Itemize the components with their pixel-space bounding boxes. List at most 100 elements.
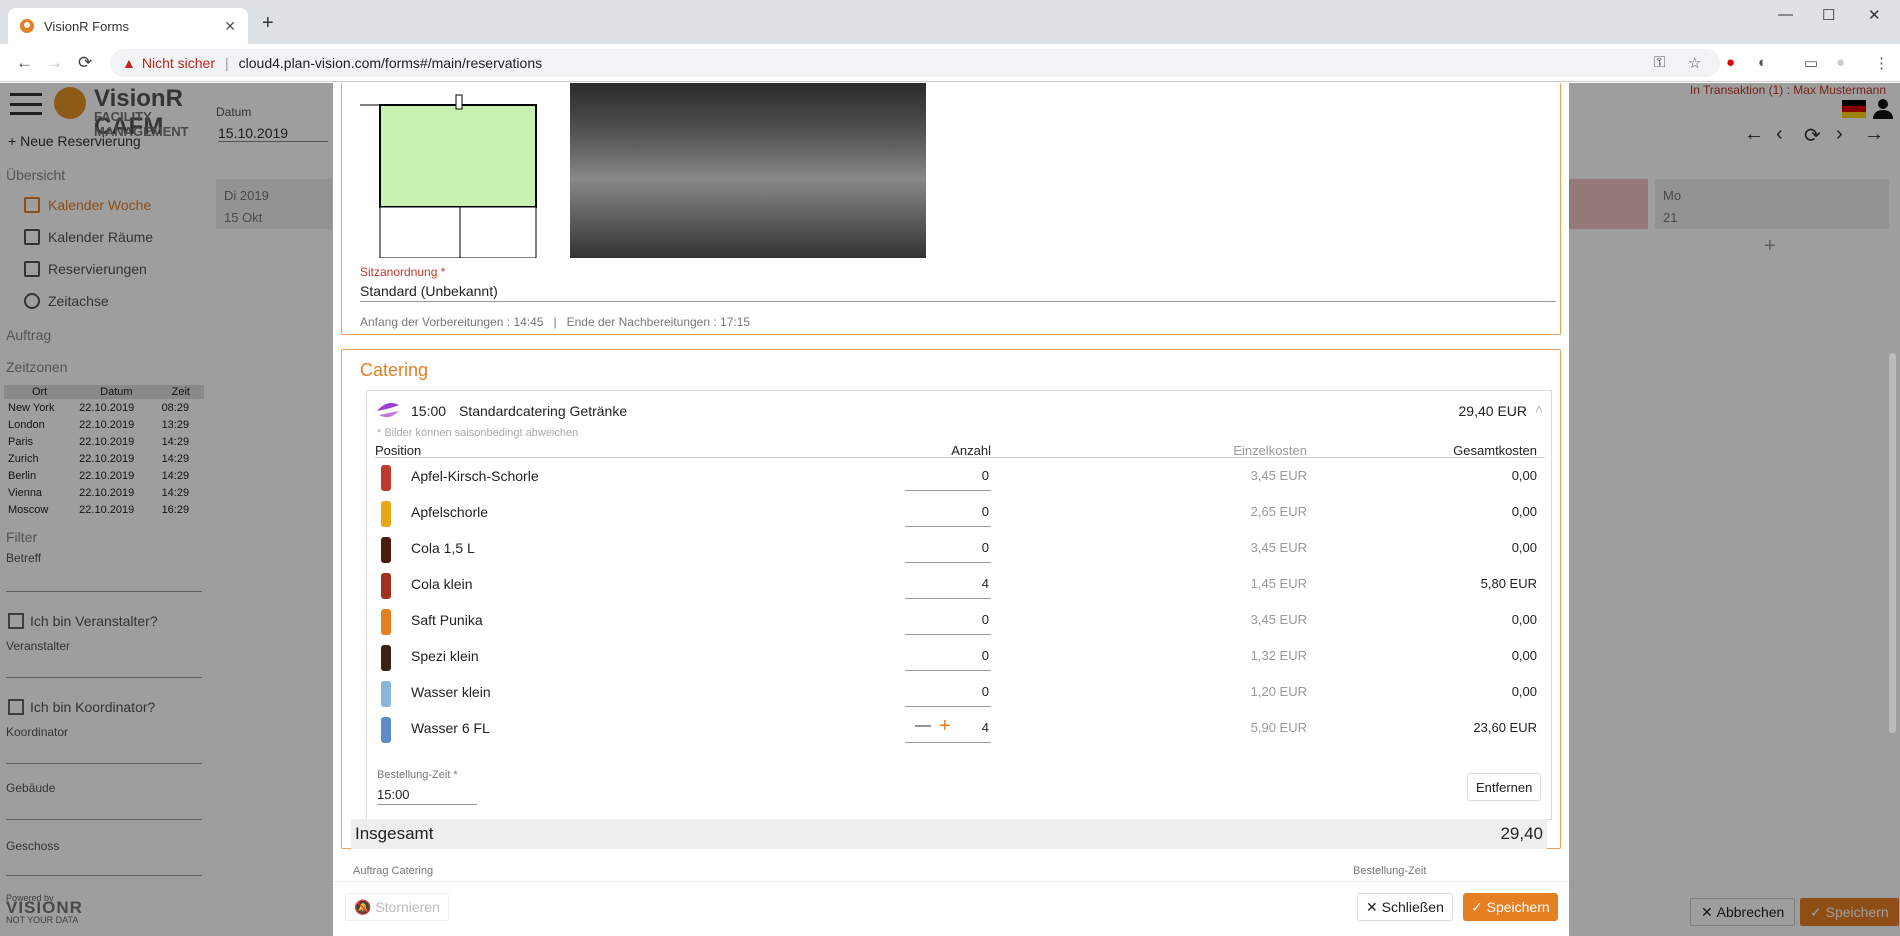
drink-icon	[381, 537, 391, 563]
footer-divider	[333, 881, 1569, 882]
catering-name: Standardcatering Getränke	[459, 403, 628, 419]
room-photo-image[interactable]	[570, 83, 926, 258]
security-label: Nicht sicher	[141, 55, 215, 71]
catering-item-row: Cola 1,5 L 0 3,45 EUR 0,00	[367, 531, 1553, 567]
total-price: 23,60 EUR	[1473, 720, 1537, 735]
catering-item-row: Wasser 6 FL 4 5,90 EUR 23,60 EUR — +	[367, 711, 1553, 747]
profile-icon[interactable]: ●	[1836, 54, 1845, 71]
catering-logo-icon	[377, 403, 399, 418]
reload-icon[interactable]: ⟳	[78, 53, 92, 73]
order-time-label: Bestellung-Zeit *	[377, 769, 458, 781]
col-position: Position	[375, 443, 422, 458]
total-price: 0,00	[1511, 540, 1537, 555]
menu-dots-icon[interactable]: ⋮	[1874, 54, 1889, 72]
opera-icon[interactable]: ●	[1726, 54, 1735, 71]
key-icon[interactable]: ⚿	[1654, 54, 1665, 71]
hint-text: * Bilder können saisonbedingt abweichen	[377, 427, 579, 439]
close-label: Schließen	[1381, 899, 1444, 915]
total-price: 0,00	[1511, 648, 1537, 663]
catering-item-row: Spezi klein 0 1,32 EUR 0,00	[367, 639, 1553, 675]
modal-save-button[interactable]: ✓ Speichern	[1463, 893, 1558, 921]
unit-price: 3,45 EUR	[1250, 540, 1307, 555]
item-name: Apfelschorle	[411, 504, 489, 520]
total-price: 0,00	[1511, 612, 1537, 627]
bestell-zeit-label: Bestellung-Zeit	[1353, 865, 1427, 877]
unit-price: 5,90 EUR	[1250, 720, 1307, 735]
auftrag-catering-label: Auftrag Catering	[353, 865, 434, 877]
drink-icon	[381, 609, 391, 635]
drink-icon	[381, 573, 391, 599]
remove-button[interactable]: Entfernen	[1467, 773, 1542, 801]
scrollbar[interactable]	[1889, 353, 1896, 733]
item-name: Cola 1,5 L	[411, 540, 475, 556]
forward-icon[interactable]: →	[46, 53, 63, 73]
order-time-input[interactable]: 15:00	[377, 787, 477, 805]
quantity-input[interactable]: 4	[905, 571, 991, 599]
seating-label: Sitzanordnung *	[360, 265, 446, 279]
item-name: Apfel-Kirsch-Schorle	[411, 468, 539, 484]
catering-section: Catering 15:00 Standardcatering Getränke…	[341, 349, 1561, 849]
quantity-input[interactable]: 0	[905, 463, 991, 491]
browser-tab[interactable]: VisionR Forms ✕	[8, 8, 248, 44]
browser-toolbar: ← → ⟳ ▲ Nicht sicher | cloud4.plan-visio…	[0, 44, 1900, 82]
item-name: Wasser 6 FL	[411, 720, 490, 736]
address-bar[interactable]: ▲ Nicht sicher | cloud4.plan-vision.com/…	[110, 49, 1720, 77]
total-price: 0,00	[1511, 684, 1537, 699]
catering-item-row: Apfel-Kirsch-Schorle 0 3,45 EUR 0,00	[367, 459, 1553, 495]
unit-price: 2,65 EUR	[1250, 504, 1307, 519]
unit-price: 1,32 EUR	[1250, 648, 1307, 663]
warning-icon: ▲	[122, 55, 136, 71]
url-text: cloud4.plan-vision.com/forms#/main/reser…	[238, 55, 543, 71]
item-name: Spezi klein	[411, 648, 479, 664]
seating-select[interactable]: Standard (Unbekannt)	[360, 283, 1556, 302]
catering-item-row: Wasser klein 0 1,20 EUR 0,00	[367, 675, 1553, 711]
drink-icon	[381, 681, 391, 707]
total-bar: Insgesamt 29,40	[351, 819, 1547, 849]
chevron-up-icon[interactable]: ˄	[1535, 401, 1543, 417]
close-tab-icon[interactable]: ✕	[224, 18, 236, 35]
total-value: 29,40	[1500, 824, 1543, 843]
col-einzelkosten: Einzelkosten	[1233, 443, 1307, 458]
quantity-input[interactable]: 0	[905, 643, 991, 671]
separator: |	[225, 55, 229, 71]
catering-price: 29,40 EUR	[1458, 403, 1527, 419]
col-gesamtkosten: Gesamtkosten	[1453, 443, 1537, 458]
cast-icon[interactable]: ▭	[1804, 54, 1818, 72]
quantity-input[interactable]: 0	[905, 535, 991, 563]
close-button[interactable]: ✕ Schließen	[1357, 893, 1453, 921]
catering-item-row: Apfelschorle 0 2,65 EUR 0,00	[367, 495, 1553, 531]
increment-icon[interactable]: +	[939, 715, 951, 738]
stornieren-label: Stornieren	[375, 899, 440, 915]
new-tab-icon[interactable]: +	[262, 12, 274, 35]
window-close-icon[interactable]: ✕	[1868, 6, 1881, 24]
decrement-icon[interactable]: —	[915, 717, 931, 735]
catering-title: Catering	[360, 360, 429, 380]
back-icon[interactable]: ←	[16, 53, 33, 73]
quantity-input[interactable]: 0	[905, 607, 991, 635]
visionr-favicon-icon	[20, 19, 34, 33]
unit-price: 3,45 EUR	[1250, 612, 1307, 627]
catering-item-row: Saft Punika 0 3,45 EUR 0,00	[367, 603, 1553, 639]
cancel-reservation-button[interactable]: 🔕 Stornieren	[345, 893, 449, 921]
unit-price: 3,45 EUR	[1250, 468, 1307, 483]
total-price: 5,80 EUR	[1480, 576, 1537, 591]
quantity-input[interactable]: 0	[905, 499, 991, 527]
star-icon[interactable]: ☆	[1688, 54, 1701, 72]
catering-card: 15:00 Standardcatering Getränke 29,40 EU…	[366, 390, 1552, 820]
total-price: 0,00	[1511, 468, 1537, 483]
drink-icon	[381, 717, 391, 743]
floorplan-image[interactable]	[360, 83, 540, 258]
drink-icon	[381, 501, 391, 527]
item-name: Cola klein	[411, 576, 473, 592]
quantity-input[interactable]: 0	[905, 679, 991, 707]
total-price: 0,00	[1511, 504, 1537, 519]
catering-item-row: Cola klein 4 1,45 EUR 5,80 EUR	[367, 567, 1553, 603]
drink-icon	[381, 465, 391, 491]
extension-icon[interactable]: ◐	[1758, 54, 1767, 71]
maximize-icon[interactable]: ☐	[1822, 6, 1835, 24]
reservation-dialog: Sitzanordnung * Standard (Unbekannt) Anf…	[333, 83, 1896, 936]
total-label: Insgesamt	[355, 824, 434, 843]
unit-price: 1,45 EUR	[1250, 576, 1307, 591]
prep-info: Anfang der Vorbereitungen : 14:45 | Ende…	[360, 315, 751, 329]
minimize-icon[interactable]: —	[1778, 6, 1793, 23]
